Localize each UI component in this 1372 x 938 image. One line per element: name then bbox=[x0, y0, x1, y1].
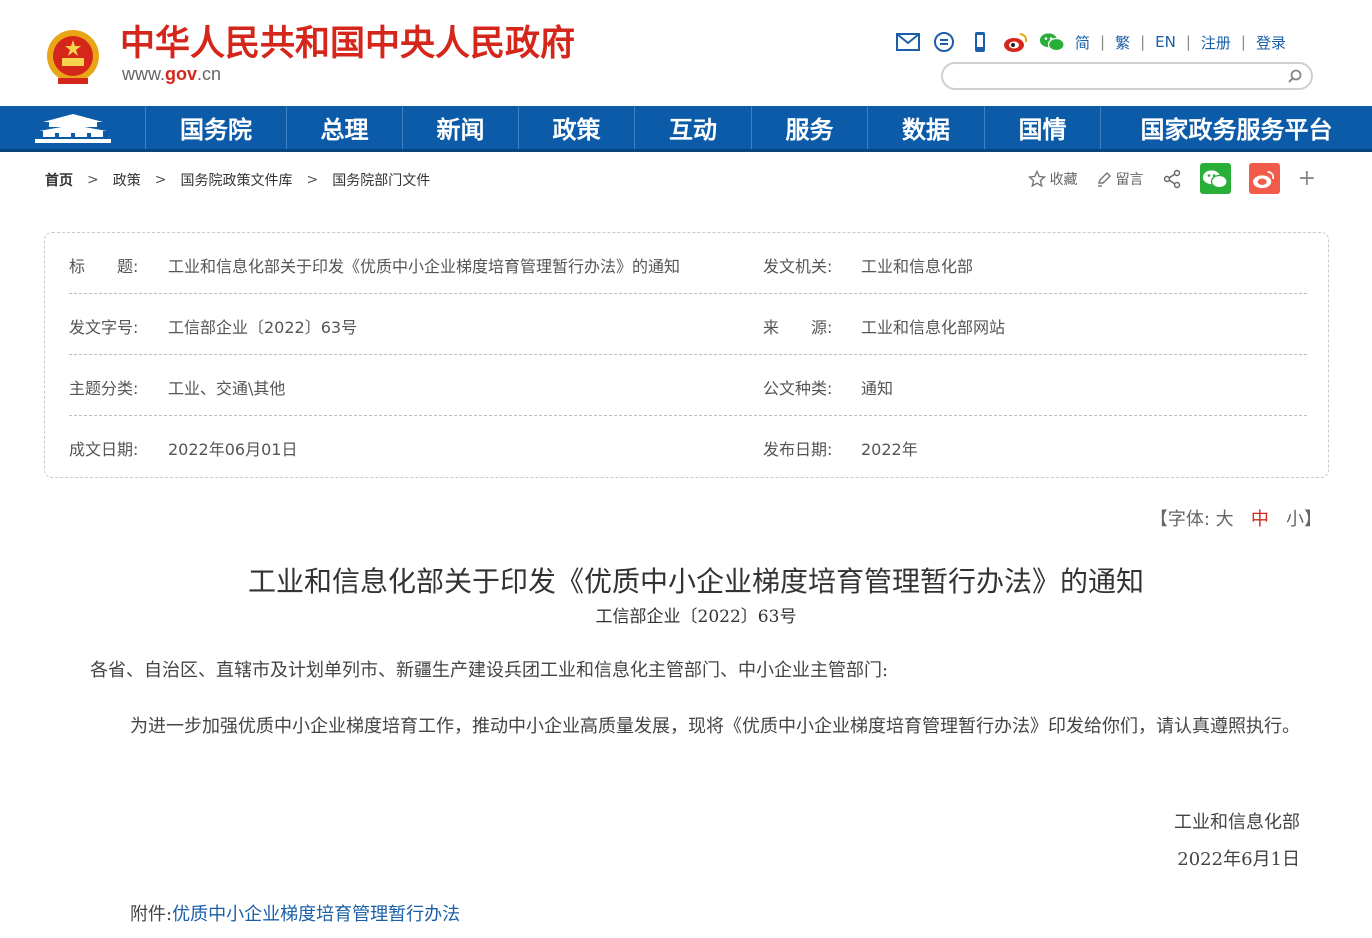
breadcrumb: 首页 > 政策 > 国务院政策文件库 > 国务院部门文件 bbox=[45, 170, 430, 190]
font-size-medium[interactable]: 中 bbox=[1251, 509, 1269, 530]
lang-traditional-link[interactable]: 繁 bbox=[1115, 32, 1130, 53]
lang-simplified-link[interactable]: 简 bbox=[1075, 32, 1090, 53]
info-row: 成文日期: 2022年06月01日 发布日期: 2022年 bbox=[69, 416, 1307, 477]
breadcrumb-policy-library[interactable]: 国务院政策文件库 bbox=[180, 170, 292, 190]
topic-label: 主题分类: bbox=[69, 379, 139, 398]
written-date-value: 2022年06月01日 bbox=[168, 440, 298, 459]
wechat-icon bbox=[1202, 169, 1228, 188]
pencil-icon bbox=[1097, 171, 1111, 187]
nav-item-news[interactable]: 新闻 bbox=[403, 106, 519, 149]
favorite-button[interactable]: 收藏 bbox=[1027, 169, 1078, 189]
breadcrumb-department-docs[interactable]: 国务院部门文件 bbox=[332, 170, 430, 190]
published-date-value: 2022年 bbox=[861, 440, 918, 459]
separator: | bbox=[1240, 33, 1246, 51]
font-size-small[interactable]: 小 bbox=[1286, 509, 1304, 530]
info-row: 发文字号: 工信部企业〔2022〕63号 来 源: 工业和信息化部网站 bbox=[69, 294, 1307, 355]
more-share-button[interactable]: + bbox=[1298, 166, 1316, 191]
breadcrumb-separator: > bbox=[306, 172, 319, 188]
breadcrumb-home[interactable]: 首页 bbox=[45, 170, 73, 190]
title-label: 标 题: bbox=[69, 257, 139, 276]
title-value: 工业和信息化部关于印发《优质中小企业梯度培育管理暂行办法》的通知 bbox=[168, 257, 681, 276]
source-value: 工业和信息化部网站 bbox=[861, 318, 1006, 337]
font-size-control: 【字体: 大 中 小】 bbox=[1150, 505, 1322, 531]
issuer-value: 工业和信息化部 bbox=[861, 257, 974, 276]
site-url[interactable]: www.gov.cn bbox=[122, 64, 221, 85]
nav-item-policy[interactable]: 政策 bbox=[519, 106, 635, 149]
share-tools: 收藏 留言 + bbox=[1027, 163, 1316, 194]
article-signature: 工业和信息化部 bbox=[1174, 812, 1300, 833]
topic-value: 工业、交通\其他 bbox=[168, 379, 286, 398]
attachment-label: 附件: bbox=[130, 904, 173, 925]
search-icon[interactable] bbox=[1287, 68, 1303, 84]
message-icon[interactable] bbox=[931, 29, 957, 55]
published-date-label: 发布日期: bbox=[763, 440, 833, 459]
share-button[interactable] bbox=[1162, 169, 1182, 189]
nav-item-gov-service-platform[interactable]: 国家政务服务平台 bbox=[1101, 106, 1372, 149]
main-nav: 国务院 总理 新闻 政策 互动 服务 数据 国情 国家政务服务平台 bbox=[0, 106, 1372, 152]
national-emblem-icon[interactable] bbox=[44, 28, 102, 88]
share-icon bbox=[1163, 169, 1180, 188]
attachment-link[interactable]: 优质中小企业梯度培育管理暂行办法 bbox=[172, 904, 460, 925]
favorite-label: 收藏 bbox=[1049, 171, 1078, 188]
lang-english-link[interactable]: EN bbox=[1155, 33, 1176, 51]
nav-item-premier[interactable]: 总理 bbox=[287, 106, 403, 149]
nav-item-interaction[interactable]: 互动 bbox=[635, 106, 752, 149]
nav-item-data[interactable]: 数据 bbox=[868, 106, 985, 149]
docno-value: 工信部企业〔2022〕63号 bbox=[168, 318, 358, 337]
type-value: 通知 bbox=[861, 379, 894, 398]
mail-icon[interactable] bbox=[895, 29, 921, 55]
type-label: 公文种类: bbox=[763, 379, 833, 398]
breadcrumb-policy[interactable]: 政策 bbox=[113, 170, 141, 190]
wechat-icon[interactable] bbox=[1039, 29, 1065, 55]
weibo-icon bbox=[1253, 170, 1275, 188]
font-size-large[interactable]: 大 bbox=[1216, 509, 1234, 530]
article-paragraph: 各省、自治区、直辖市及计划单列市、新疆生产建设兵团工业和信息化主管部门、中小企业… bbox=[90, 660, 889, 681]
weibo-icon[interactable] bbox=[1003, 29, 1029, 55]
share-weibo-button[interactable] bbox=[1248, 163, 1280, 194]
source-label: 来 源: bbox=[763, 318, 833, 337]
share-wechat-button[interactable] bbox=[1199, 163, 1231, 194]
article-date: 2022年6月1日 bbox=[1177, 849, 1300, 870]
url-prefix: www. bbox=[122, 64, 166, 84]
written-date-label: 成文日期: bbox=[69, 440, 139, 459]
search-input[interactable] bbox=[941, 62, 1313, 90]
register-link[interactable]: 注册 bbox=[1201, 32, 1231, 53]
issuer-label: 发文机关: bbox=[763, 257, 833, 276]
separator: | bbox=[1140, 33, 1146, 51]
tiananmen-icon bbox=[34, 113, 111, 143]
nav-item-national-info[interactable]: 国情 bbox=[985, 106, 1101, 149]
breadcrumb-separator: > bbox=[87, 172, 99, 188]
nav-item-services[interactable]: 服务 bbox=[752, 106, 868, 149]
font-size-suffix: 】 bbox=[1304, 509, 1322, 530]
header: 中华人民共和国中央人民政府 www.gov.cn 简 | 繁 | EN | 注册… bbox=[0, 0, 1372, 106]
login-link[interactable]: 登录 bbox=[1256, 32, 1286, 53]
attachment: 附件:优质中小企业梯度培育管理暂行办法 bbox=[130, 900, 460, 926]
comment-button[interactable]: 留言 bbox=[1096, 169, 1144, 189]
article-title: 工业和信息化部关于印发《优质中小企业梯度培育管理暂行办法》的通知 bbox=[247, 565, 1144, 598]
site-title[interactable]: 中华人民共和国中央人民政府 bbox=[120, 22, 575, 66]
url-brand: gov bbox=[165, 64, 198, 84]
article-paragraph: 为进一步加强优质中小企业梯度培育工作，推动中小企业高质量发展，现将《优质中小企业… bbox=[130, 716, 1300, 737]
document-info-panel: 标 题: 工业和信息化部关于印发《优质中小企业梯度培育管理暂行办法》的通知 发文… bbox=[44, 232, 1329, 478]
nav-item-state-council[interactable]: 国务院 bbox=[146, 106, 287, 149]
url-suffix: .cn bbox=[197, 64, 222, 84]
info-row: 主题分类: 工业、交通\其他 公文种类: 通知 bbox=[69, 355, 1307, 416]
docno-label: 发文字号: bbox=[69, 318, 139, 337]
separator: | bbox=[1185, 33, 1191, 51]
top-toolbar: 简 | 繁 | EN | 注册 | 登录 bbox=[895, 28, 1286, 56]
info-row: 标 题: 工业和信息化部关于印发《优质中小企业梯度培育管理暂行办法》的通知 发文… bbox=[69, 233, 1307, 294]
nav-home[interactable] bbox=[0, 106, 146, 149]
mobile-icon[interactable] bbox=[967, 29, 993, 55]
star-icon bbox=[1027, 169, 1046, 187]
breadcrumb-separator: > bbox=[154, 172, 167, 188]
font-size-prefix: 【字体: bbox=[1149, 509, 1210, 530]
article-docno: 工信部企业〔2022〕63号 bbox=[595, 607, 797, 627]
comment-label: 留言 bbox=[1115, 171, 1144, 188]
separator: | bbox=[1100, 33, 1106, 51]
